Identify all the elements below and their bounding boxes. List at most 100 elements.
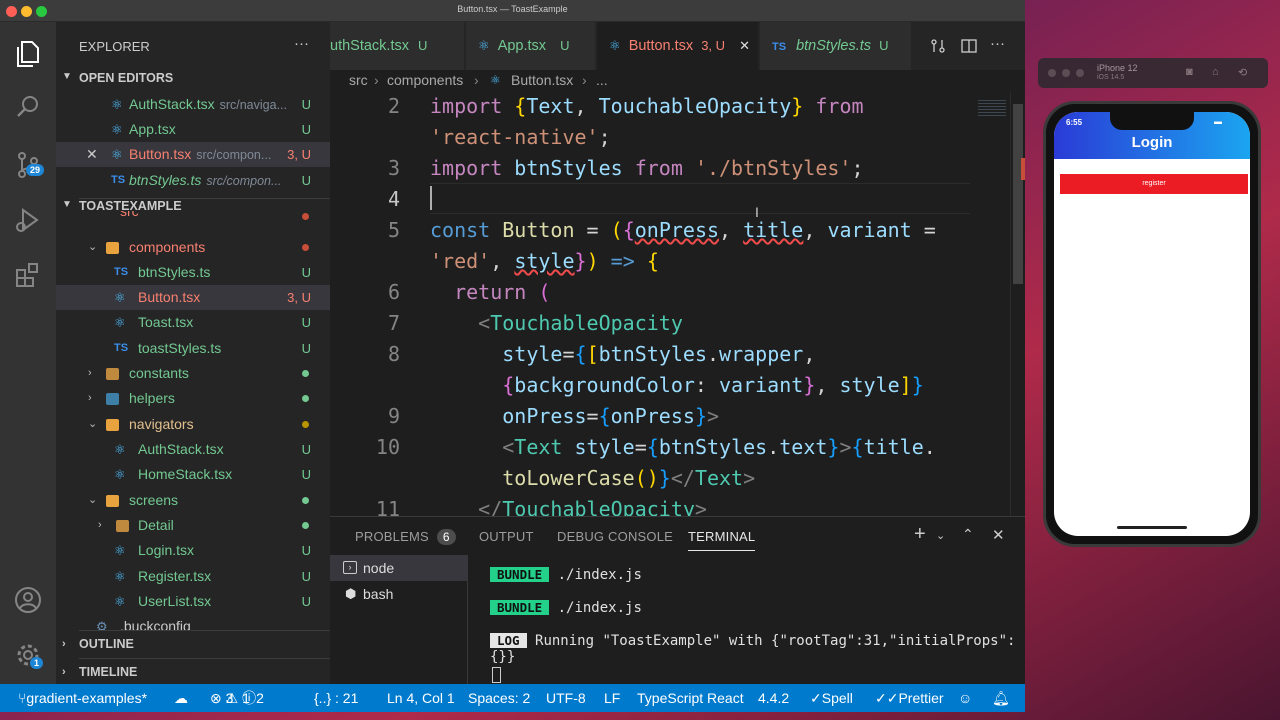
open-editor-authstack[interactable]: ⚛ AuthStack.tsx src/naviga... U (56, 92, 330, 117)
settings-gear-icon[interactable]: 1 (10, 637, 46, 673)
explorer-icon[interactable] (10, 36, 46, 72)
editor-tabs: uthStack.tsx U ⚛ App.tsx U ⚛ Button.tsx … (330, 22, 1025, 70)
status-bar: ⑂ gradient-examples* ☁ ⊗ 3 ⚠ 1 ⓘ 2 {..} … (0, 684, 1025, 712)
tree-folder-detail[interactable]: › Detail (56, 513, 330, 538)
terminal-node[interactable]: › node (330, 555, 468, 581)
accounts-icon[interactable] (10, 582, 46, 618)
tree-file-login[interactable]: ⚛ Login.tsx U (56, 538, 330, 563)
iphone-simulator: 6:55 ▬ Login register (1043, 101, 1261, 547)
tree-folder-navigators[interactable]: ⌄ navigators (56, 412, 330, 437)
run-debug-icon[interactable] (10, 202, 46, 238)
tab-authstack[interactable]: uthStack.tsx U (330, 22, 465, 70)
register-button[interactable]: register (1060, 174, 1248, 194)
chevron-right-icon: › (62, 638, 66, 650)
tree-folder-constants[interactable]: › constants (56, 361, 330, 386)
tab-problems[interactable]: PROBLEMS 6 (355, 529, 456, 545)
outline-header[interactable]: › OUTLINE (62, 630, 330, 656)
tab-debug-console[interactable]: DEBUG CONSOLE (557, 529, 673, 544)
tab-button[interactable]: ⚛ Button.tsx 3, U ✕ (597, 22, 759, 70)
open-editor-btnstyles[interactable]: TS btnStyles.ts src/compon... U (56, 168, 330, 193)
close-icon[interactable]: ✕ (86, 142, 98, 167)
ts-version[interactable]: 4.4.2 (758, 684, 789, 712)
breadcrumb-symbol[interactable]: ... (596, 70, 608, 90)
chevron-down-icon[interactable]: ⌄ (936, 529, 945, 542)
tree-file-toaststyles[interactable]: TS toastStyles.ts U (56, 336, 330, 361)
feedback-icon[interactable]: ☺ (958, 684, 972, 712)
code-line-2: import {Text, TouchableOpacity} from (430, 94, 864, 118)
branch-indicator[interactable]: ⑂ gradient-examples* (18, 684, 147, 712)
ts-file-icon: TS (114, 266, 129, 278)
rotate-icon[interactable]: ⟲ (1238, 66, 1247, 79)
breadcrumb-components[interactable]: components (387, 70, 463, 90)
search-icon[interactable] (10, 89, 46, 125)
tsx-indicator[interactable]: {..} : 21 (314, 684, 358, 712)
tab-btnstyles[interactable]: TS btnStyles.ts U (760, 22, 912, 70)
tab-app[interactable]: ⚛ App.tsx U (466, 22, 596, 70)
code-line-9: onPress={onPress}> (502, 404, 720, 428)
tree-file-homestack[interactable]: ⚛ HomeStack.tsx U (56, 462, 330, 487)
split-editor-icon[interactable] (961, 38, 977, 59)
open-editor-app[interactable]: ⚛ App.tsx U (56, 117, 330, 142)
react-icon: ⚛ (114, 594, 126, 609)
indentation[interactable]: Spaces: 2 (468, 684, 530, 712)
tree-file-userlist[interactable]: ⚛ UserList.tsx U (56, 589, 330, 614)
tree-file-btnstyles[interactable]: TS btnStyles.ts U (56, 260, 330, 285)
ts-file-icon: TS (111, 174, 126, 186)
react-icon: ⚛ (114, 543, 126, 558)
open-editors-header[interactable]: ▼ OPEN EDITORS (62, 71, 330, 85)
window-title: Button.tsx — ToastExample (457, 4, 568, 14)
notifications-bell-icon[interactable]: 🔔︎ (992, 684, 1010, 712)
scm-badge: 29 (26, 164, 45, 176)
eol[interactable]: LF (604, 684, 620, 712)
folder-icon (106, 495, 119, 507)
terminal-icon: › (343, 561, 357, 574)
breadcrumb-src[interactable]: src (349, 70, 368, 90)
open-editor-button[interactable]: ✕ ⚛ Button.tsx src/compon... 3, U (56, 142, 330, 167)
close-tab-icon[interactable]: ✕ (739, 38, 750, 53)
encoding[interactable]: UTF-8 (546, 684, 586, 712)
screenshot-icon[interactable]: ◙ (1186, 66, 1193, 78)
tree-file-toast[interactable]: ⚛ Toast.tsx U (56, 310, 330, 335)
chevron-down-icon: ⌄ (88, 418, 98, 430)
tree-file-register[interactable]: ⚛ Register.tsx U (56, 564, 330, 589)
problems-count-badge: 6 (436, 529, 456, 545)
react-icon: ⚛ (490, 73, 501, 87)
folder-icon (106, 419, 119, 431)
breadcrumb-file[interactable]: Button.tsx (511, 70, 573, 90)
new-terminal-icon[interactable]: + (914, 523, 926, 546)
tab-output[interactable]: OUTPUT (479, 529, 534, 544)
language-mode[interactable]: TypeScript React (637, 684, 744, 712)
cursor-position[interactable]: Ln 4, Col 1 (387, 684, 455, 712)
tree-folder-src[interactable]: src (56, 211, 330, 225)
tree-file-button[interactable]: ⚛ Button.tsx 3, U (56, 285, 330, 310)
timeline-header[interactable]: › TIMELINE (62, 658, 330, 684)
source-control-icon[interactable]: 29 (10, 147, 46, 183)
code-line-6: return ( (454, 280, 551, 304)
tree-folder-components[interactable]: ⌄ components (56, 235, 330, 260)
minimap[interactable] (975, 92, 1010, 516)
maximize-panel-icon[interactable]: ⌃ (962, 526, 974, 543)
tree-folder-helpers[interactable]: › helpers (56, 386, 330, 411)
spell-indicator[interactable]: ✓ Spell (810, 684, 853, 712)
extensions-icon[interactable] (10, 257, 46, 293)
close-panel-icon[interactable]: ✕ (992, 526, 1005, 544)
bottom-panel: PROBLEMS 6 OUTPUT DEBUG CONSOLE TERMINAL … (330, 516, 1025, 685)
code-line-11: </TouchableOpacity> (478, 497, 707, 516)
sync-icon[interactable]: ☁ (174, 684, 188, 712)
tree-file-buckconfig[interactable]: ⚙ .buckconfig (56, 614, 330, 630)
chevron-right-icon: › (88, 392, 92, 404)
terminal-output[interactable]: BUNDLE ./index.js BUNDLE ./index.js LOG … (490, 555, 1020, 685)
code-editor[interactable]: 2 import {Text, TouchableOpacity} from '… (330, 92, 1010, 516)
tab-terminal[interactable]: TERMINAL (688, 529, 756, 551)
open-changes-icon[interactable] (930, 38, 946, 59)
problems-indicator[interactable]: ⊗ 3 ⚠ 1 ⓘ 2 (210, 684, 264, 712)
tree-folder-screens[interactable]: ⌄ screens (56, 488, 330, 513)
home-icon[interactable]: ⌂ (1212, 66, 1219, 78)
prettier-indicator[interactable]: ✓✓ Prettier (875, 684, 944, 712)
more-actions-icon[interactable]: ··· (294, 35, 309, 52)
more-actions-icon[interactable]: ··· (990, 35, 1005, 52)
phone-screen: 6:55 ▬ Login register (1054, 112, 1250, 536)
editor-scrollbar[interactable] (1010, 92, 1025, 516)
tree-file-authstack[interactable]: ⚛ AuthStack.tsx U (56, 437, 330, 462)
terminal-bash[interactable]: ⬢ bash (330, 581, 468, 607)
